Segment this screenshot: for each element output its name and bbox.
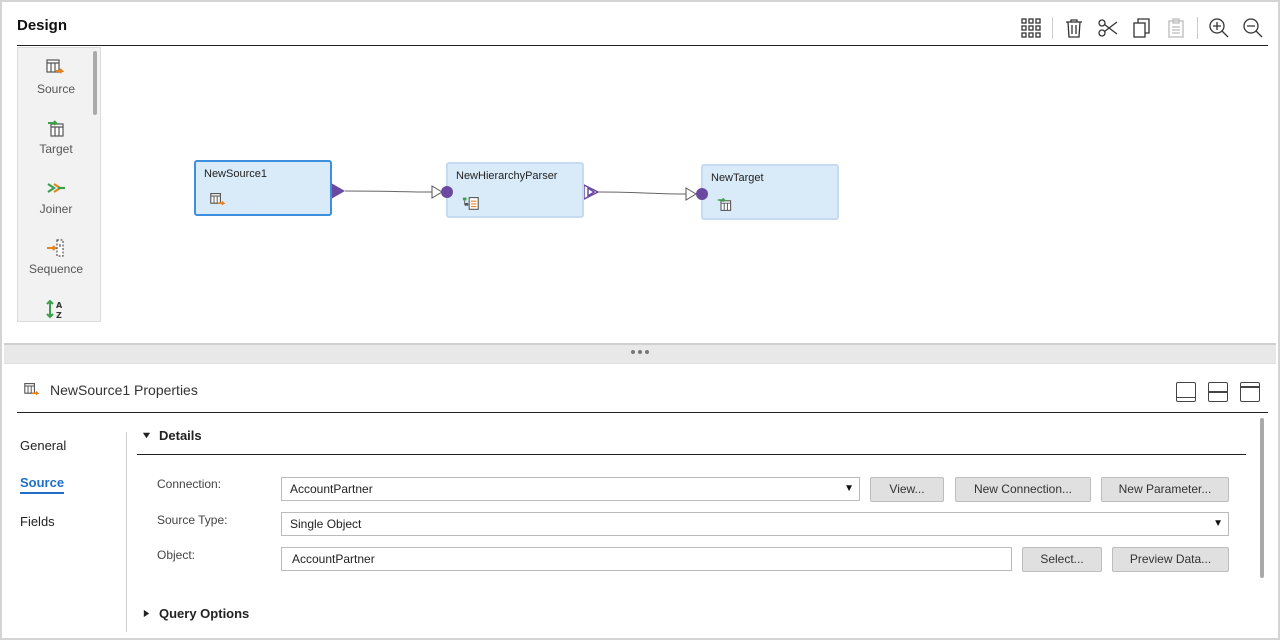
output-port-icon[interactable] xyxy=(583,183,600,201)
splitter-grip-icon[interactable] xyxy=(631,350,649,354)
joiner-icon xyxy=(47,183,65,193)
object-field[interactable]: AccountPartner xyxy=(281,547,1012,571)
input-port[interactable] xyxy=(441,186,453,198)
toolbar-divider xyxy=(1052,17,1053,39)
minimize-panel-icon[interactable] xyxy=(1176,382,1196,402)
source-type-label: Source Type: xyxy=(157,513,228,527)
caret-down-icon xyxy=(142,432,151,439)
tab-fields[interactable]: Fields xyxy=(20,514,55,529)
tab-general[interactable]: General xyxy=(20,438,66,453)
properties-divider xyxy=(17,412,1268,413)
palette-item-label: Source xyxy=(36,82,76,96)
source-icon xyxy=(210,193,226,206)
palette-item-label: Target xyxy=(39,142,73,156)
trash-icon[interactable] xyxy=(1061,15,1087,41)
link-line xyxy=(344,190,433,193)
copy-icon[interactable] xyxy=(1129,15,1155,41)
new-parameter-button[interactable]: New Parameter... xyxy=(1101,477,1229,502)
new-connection-button[interactable]: New Connection... xyxy=(955,477,1091,502)
panel-splitter[interactable] xyxy=(4,343,1276,364)
node-title: NewTarget xyxy=(711,172,764,184)
source-type-value: Single Object xyxy=(290,517,362,531)
palette-item-label: Sequence xyxy=(28,262,84,276)
transformation-palette: Source Target Joiner Sequence A Z xyxy=(17,47,101,322)
object-value: AccountPartner xyxy=(292,552,375,566)
section-label: Details xyxy=(159,428,202,443)
panel-view-buttons xyxy=(1176,382,1260,402)
toolbar-divider xyxy=(1197,17,1198,39)
paste-icon[interactable] xyxy=(1163,15,1189,41)
link-line xyxy=(597,191,689,195)
details-divider xyxy=(137,454,1246,455)
caret-right-icon xyxy=(143,609,150,618)
palette-item-source[interactable]: Source xyxy=(18,58,94,96)
properties-header: NewSource1 Properties xyxy=(24,382,198,398)
object-label: Object: xyxy=(157,548,196,562)
sequence-icon xyxy=(47,239,64,257)
mapping-canvas[interactable]: NewSource1 NewHierarchyParser NewTarget xyxy=(102,47,1272,342)
palette-item-joiner[interactable]: Joiner xyxy=(18,178,94,216)
design-divider xyxy=(17,45,1268,46)
query-options-toggle[interactable]: Query Options xyxy=(142,606,249,621)
target-icon xyxy=(48,120,64,137)
palette-item-target[interactable]: Target xyxy=(18,118,94,156)
output-port-icon[interactable] xyxy=(331,183,345,199)
svg-text:A: A xyxy=(56,301,63,310)
select-button[interactable]: Select... xyxy=(1022,547,1102,572)
connection-value: AccountPartner xyxy=(290,482,373,496)
canvas-node[interactable]: NewTarget xyxy=(701,164,839,220)
node-title: NewSource1 xyxy=(204,168,267,180)
zoom-in-icon[interactable] xyxy=(1206,15,1232,41)
svg-text:Z: Z xyxy=(56,311,62,320)
split-panel-icon[interactable] xyxy=(1208,382,1228,402)
tab-source[interactable]: Source xyxy=(20,475,65,494)
section-label: Query Options xyxy=(159,606,250,621)
source-type-select[interactable]: Single Object ▼ xyxy=(281,512,1229,536)
hierarchy-parser-icon xyxy=(462,197,479,210)
canvas-node[interactable]: NewHierarchyParser xyxy=(446,162,584,218)
cut-icon[interactable] xyxy=(1095,15,1121,41)
node-title: NewHierarchyParser xyxy=(456,170,558,182)
dropdown-arrow-icon: ▼ xyxy=(844,483,854,494)
target-icon xyxy=(717,197,732,211)
properties-title: NewSource1 Properties xyxy=(50,382,198,398)
grid-icon[interactable] xyxy=(1018,15,1044,41)
nav-divider xyxy=(126,432,127,632)
view-button[interactable]: View... xyxy=(870,477,944,502)
connection-select[interactable]: AccountPartner ▼ xyxy=(281,477,860,501)
app-frame: Design Source Target Joiner Sequence A Z… xyxy=(0,0,1280,640)
palette-item-sequence[interactable]: Sequence xyxy=(18,238,94,276)
preview-data-button[interactable]: Preview Data... xyxy=(1112,547,1229,572)
sorter-icon: A Z xyxy=(46,299,63,320)
palette-item-sorter[interactable]: A Z xyxy=(18,298,94,321)
source-icon xyxy=(46,59,65,74)
canvas-node[interactable]: NewSource1 xyxy=(194,160,332,216)
connection-label: Connection: xyxy=(157,477,222,491)
details-section-toggle[interactable]: Details xyxy=(142,428,202,443)
dropdown-arrow-icon: ▼ xyxy=(1213,518,1223,529)
design-title: Design xyxy=(17,17,68,34)
design-toolbar xyxy=(1018,14,1266,42)
input-port[interactable] xyxy=(696,188,708,200)
maximize-panel-icon[interactable] xyxy=(1240,382,1260,402)
properties-scrollbar[interactable] xyxy=(1260,418,1264,578)
zoom-out-icon[interactable] xyxy=(1240,15,1266,41)
source-icon xyxy=(24,383,40,396)
input-arrow-icon xyxy=(685,187,697,201)
palette-item-label: Joiner xyxy=(39,202,73,216)
